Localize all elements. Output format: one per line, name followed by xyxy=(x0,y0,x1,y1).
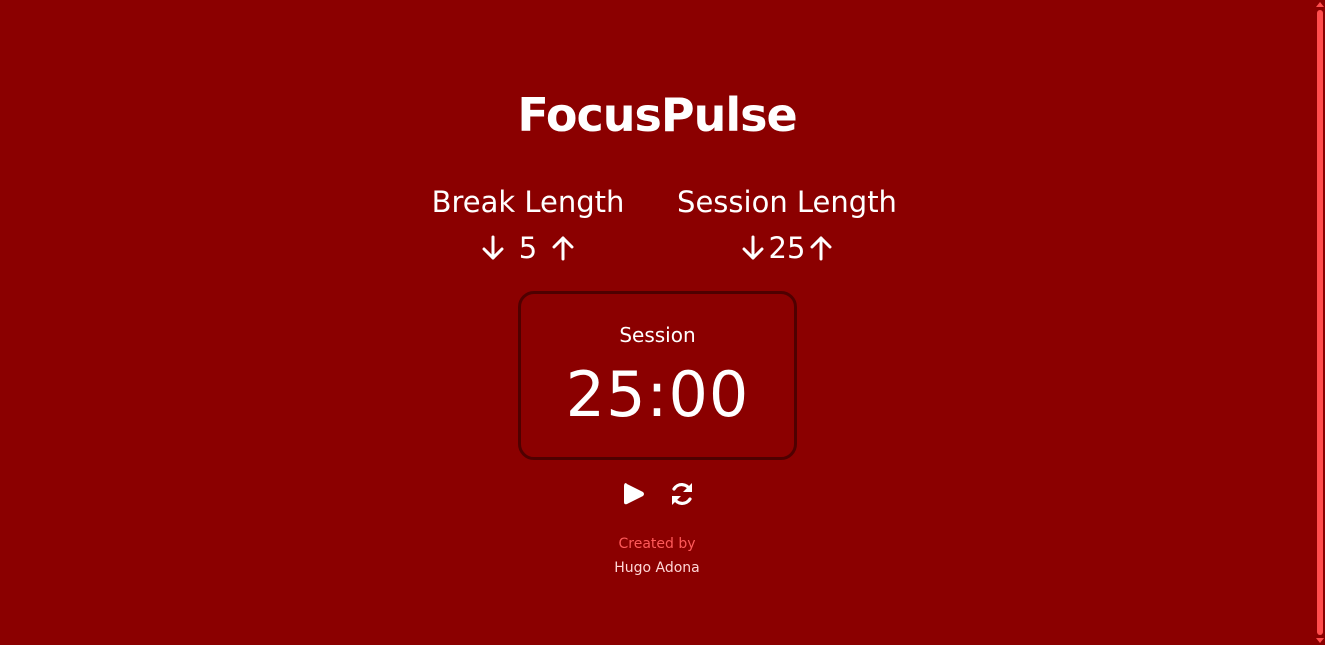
session-length-value: 25 xyxy=(768,231,806,265)
playback-controls xyxy=(618,478,698,510)
timer-time: 25:00 xyxy=(565,358,750,431)
page: FocusPulse Break Length 5 Session Length xyxy=(0,0,1325,645)
scroll-up-icon[interactable] xyxy=(1316,2,1324,7)
timer-label: Session xyxy=(619,323,696,347)
play-icon xyxy=(624,483,644,505)
arrow-down-icon xyxy=(482,235,504,260)
arrow-down-icon xyxy=(742,235,764,260)
scrollbar-thumb[interactable] xyxy=(1317,10,1323,635)
reset-button[interactable] xyxy=(666,478,698,510)
session-length-label: Session Length xyxy=(677,185,897,219)
scroll-down-icon[interactable] xyxy=(1316,638,1324,643)
break-length-label: Break Length xyxy=(431,185,625,219)
footer-created-by: Created by xyxy=(618,536,696,552)
break-length-value: 5 xyxy=(518,231,538,265)
arrow-up-icon xyxy=(552,236,574,261)
break-increment-button[interactable] xyxy=(549,233,577,263)
session-increment-button[interactable] xyxy=(807,233,835,263)
refresh-icon xyxy=(672,483,692,505)
play-button[interactable] xyxy=(618,478,650,510)
vertical-scrollbar[interactable] xyxy=(1314,0,1325,645)
footer: Created by Hugo Adona xyxy=(0,532,1314,580)
break-length-panel: Break Length 5 xyxy=(420,182,636,266)
timer-display: Session 25:00 xyxy=(518,291,797,460)
break-decrement-button[interactable] xyxy=(479,233,507,263)
session-length-panel: Session Length 25 xyxy=(668,182,906,266)
break-length-controls: 5 xyxy=(420,230,636,266)
session-length-controls: 25 xyxy=(668,230,906,266)
arrow-up-icon xyxy=(810,236,832,261)
footer-author[interactable]: Hugo Adona xyxy=(0,556,1314,580)
app-title: FocusPulse xyxy=(517,88,797,142)
session-decrement-button[interactable] xyxy=(739,233,767,263)
